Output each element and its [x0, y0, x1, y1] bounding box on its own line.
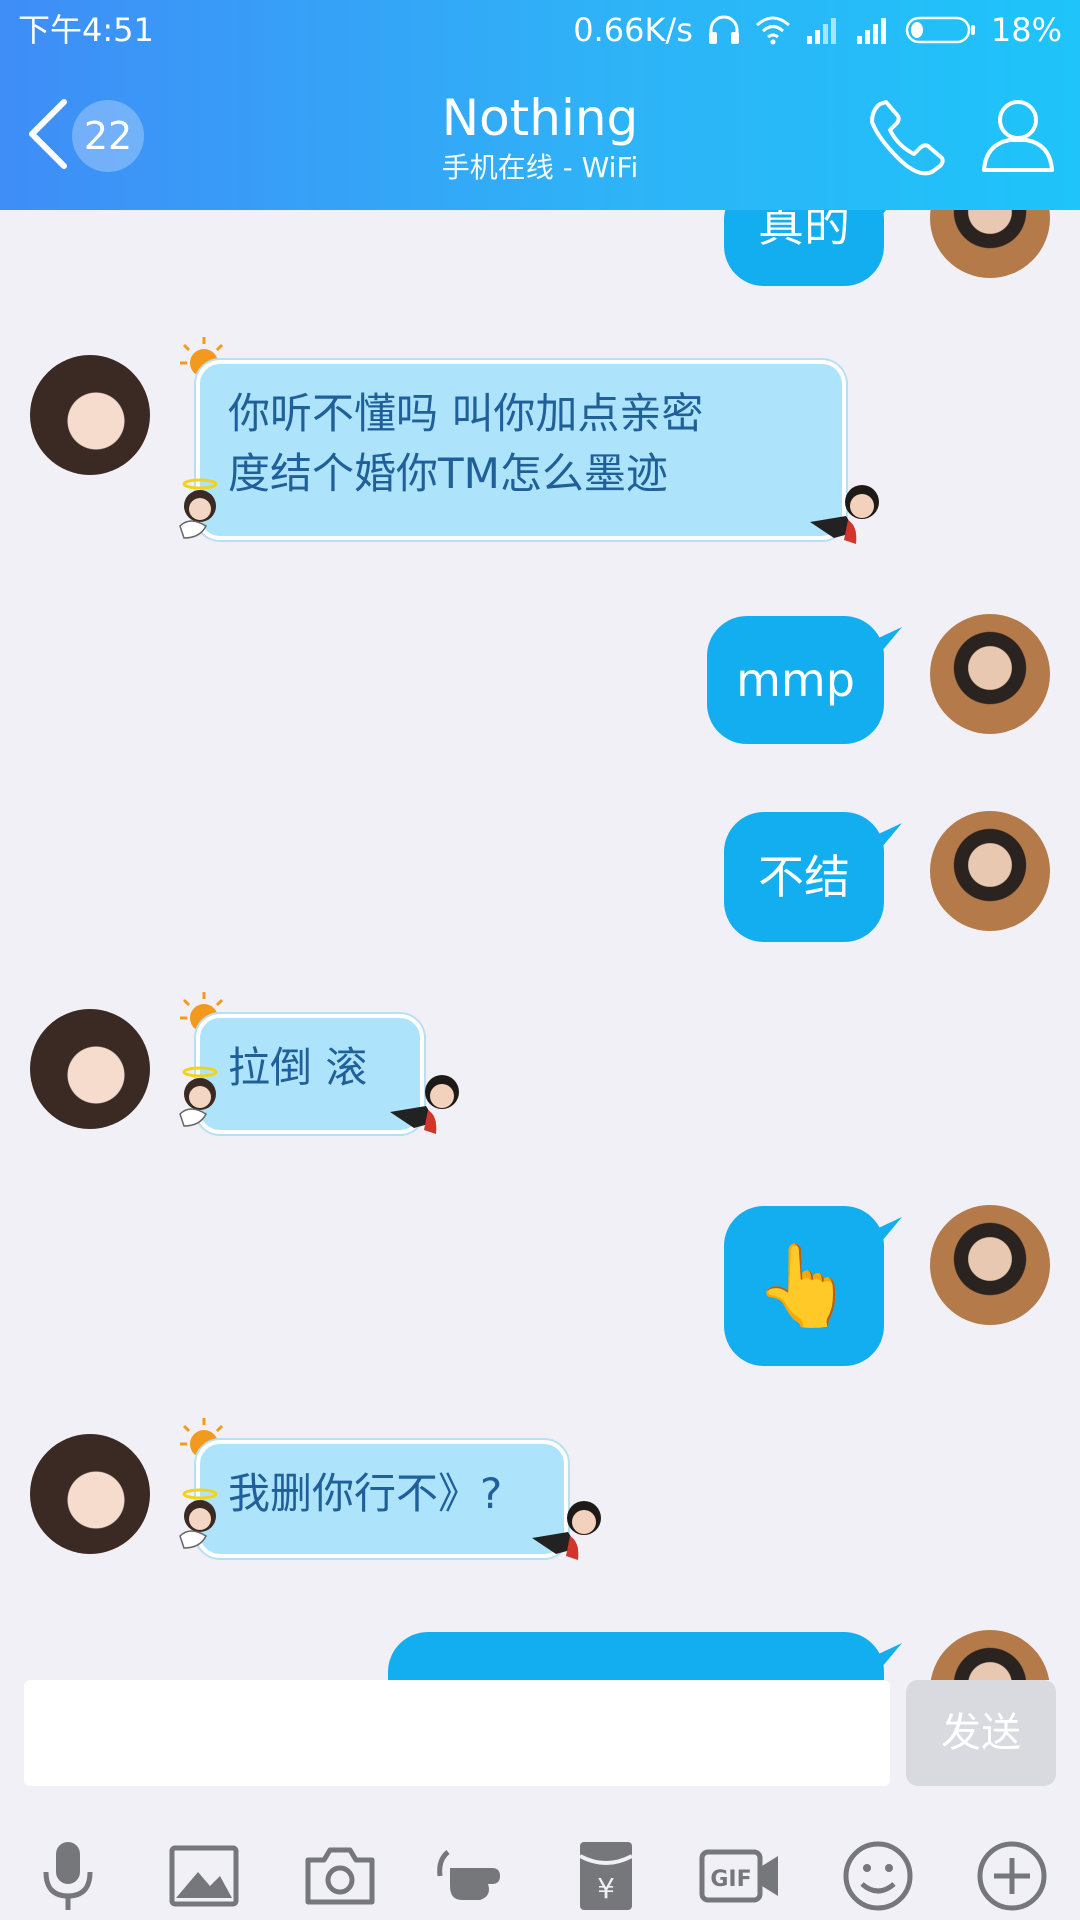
angel-sticker-icon	[179, 478, 218, 539]
pointing-up-emoji-icon: 👆	[754, 1239, 854, 1332]
devil-sticker-icon	[810, 485, 879, 544]
message-text-line: 度结个婚你TM怎么墨迹	[228, 449, 668, 498]
profile-icon[interactable]	[978, 94, 1058, 174]
message-text-line: 你听不懂吗 叫你加点亲密	[228, 389, 704, 438]
message-text: 不结	[758, 850, 850, 904]
my-avatar[interactable]	[930, 614, 1050, 734]
my-avatar[interactable]	[930, 1205, 1050, 1325]
microphone-icon[interactable]	[30, 1838, 106, 1914]
battery-percent: 18%	[990, 11, 1062, 49]
message-text: 我删你行不》?	[228, 1469, 503, 1518]
svg-text:GIF: GIF	[710, 1867, 751, 1892]
red-packet-icon[interactable]: ¥	[568, 1838, 644, 1914]
message-list[interactable]: 真的 你听不懂吗 叫你加点亲密 度结个婚你TM怎么墨迹 mmp 不结 拉倒 滚	[0, 0, 1080, 1680]
emoji-icon[interactable]	[840, 1838, 916, 1914]
message-bubble-outgoing[interactable]: 不结	[724, 812, 884, 942]
svg-text:¥: ¥	[597, 1872, 615, 1905]
image-icon[interactable]	[166, 1838, 242, 1914]
plus-icon[interactable]	[974, 1838, 1050, 1914]
headphones-icon	[708, 15, 739, 44]
contact-avatar[interactable]	[30, 1434, 150, 1554]
send-button[interactable]: 发送	[906, 1680, 1056, 1786]
poke-icon[interactable]	[432, 1838, 516, 1914]
wifi-icon	[755, 16, 790, 45]
battery-icon	[905, 16, 975, 44]
contact-avatar[interactable]	[30, 1009, 150, 1129]
signal-icon-1	[806, 18, 836, 44]
message-bubble-outgoing[interactable]: 👆	[724, 1206, 884, 1366]
message-bubble-outgoing[interactable]: mmp	[707, 616, 884, 744]
message-bubble-incoming[interactable]: 我删你行不》?	[196, 1440, 568, 1558]
status-time: 下午4:51	[18, 11, 154, 49]
angel-sticker-icon	[179, 1488, 218, 1549]
message-bubble-incoming[interactable]: 你听不懂吗 叫你加点亲密 度结个婚你TM怎么墨迹	[196, 360, 846, 540]
my-avatar[interactable]	[930, 1630, 1050, 1680]
camera-icon[interactable]	[302, 1838, 378, 1914]
devil-sticker-icon	[532, 1501, 601, 1560]
angel-sticker-icon	[179, 1066, 218, 1127]
my-avatar[interactable]	[930, 811, 1050, 931]
signal-icon-2	[856, 18, 886, 44]
status-bar-right: 0.66K/s 18%	[573, 8, 1062, 52]
contact-avatar[interactable]	[30, 355, 150, 475]
gif-icon[interactable]: GIF	[698, 1838, 782, 1914]
message-text: mmp	[736, 653, 855, 707]
input-area: 发送 ¥ GIF	[0, 1680, 1080, 1920]
message-input[interactable]	[24, 1680, 890, 1786]
devil-sticker-icon	[390, 1075, 459, 1134]
message-bubble-outgoing[interactable]	[388, 1632, 884, 1680]
chat-header: 下午4:51 0.66K/s 18% 22 Nothing 手机在线 - WiF…	[0, 0, 1080, 210]
message-text: 拉倒 滚	[228, 1043, 368, 1092]
phone-call-icon[interactable]	[868, 96, 948, 176]
network-speed: 0.66K/s	[573, 11, 693, 49]
input-toolbar: ¥ GIF	[0, 1820, 1080, 1920]
